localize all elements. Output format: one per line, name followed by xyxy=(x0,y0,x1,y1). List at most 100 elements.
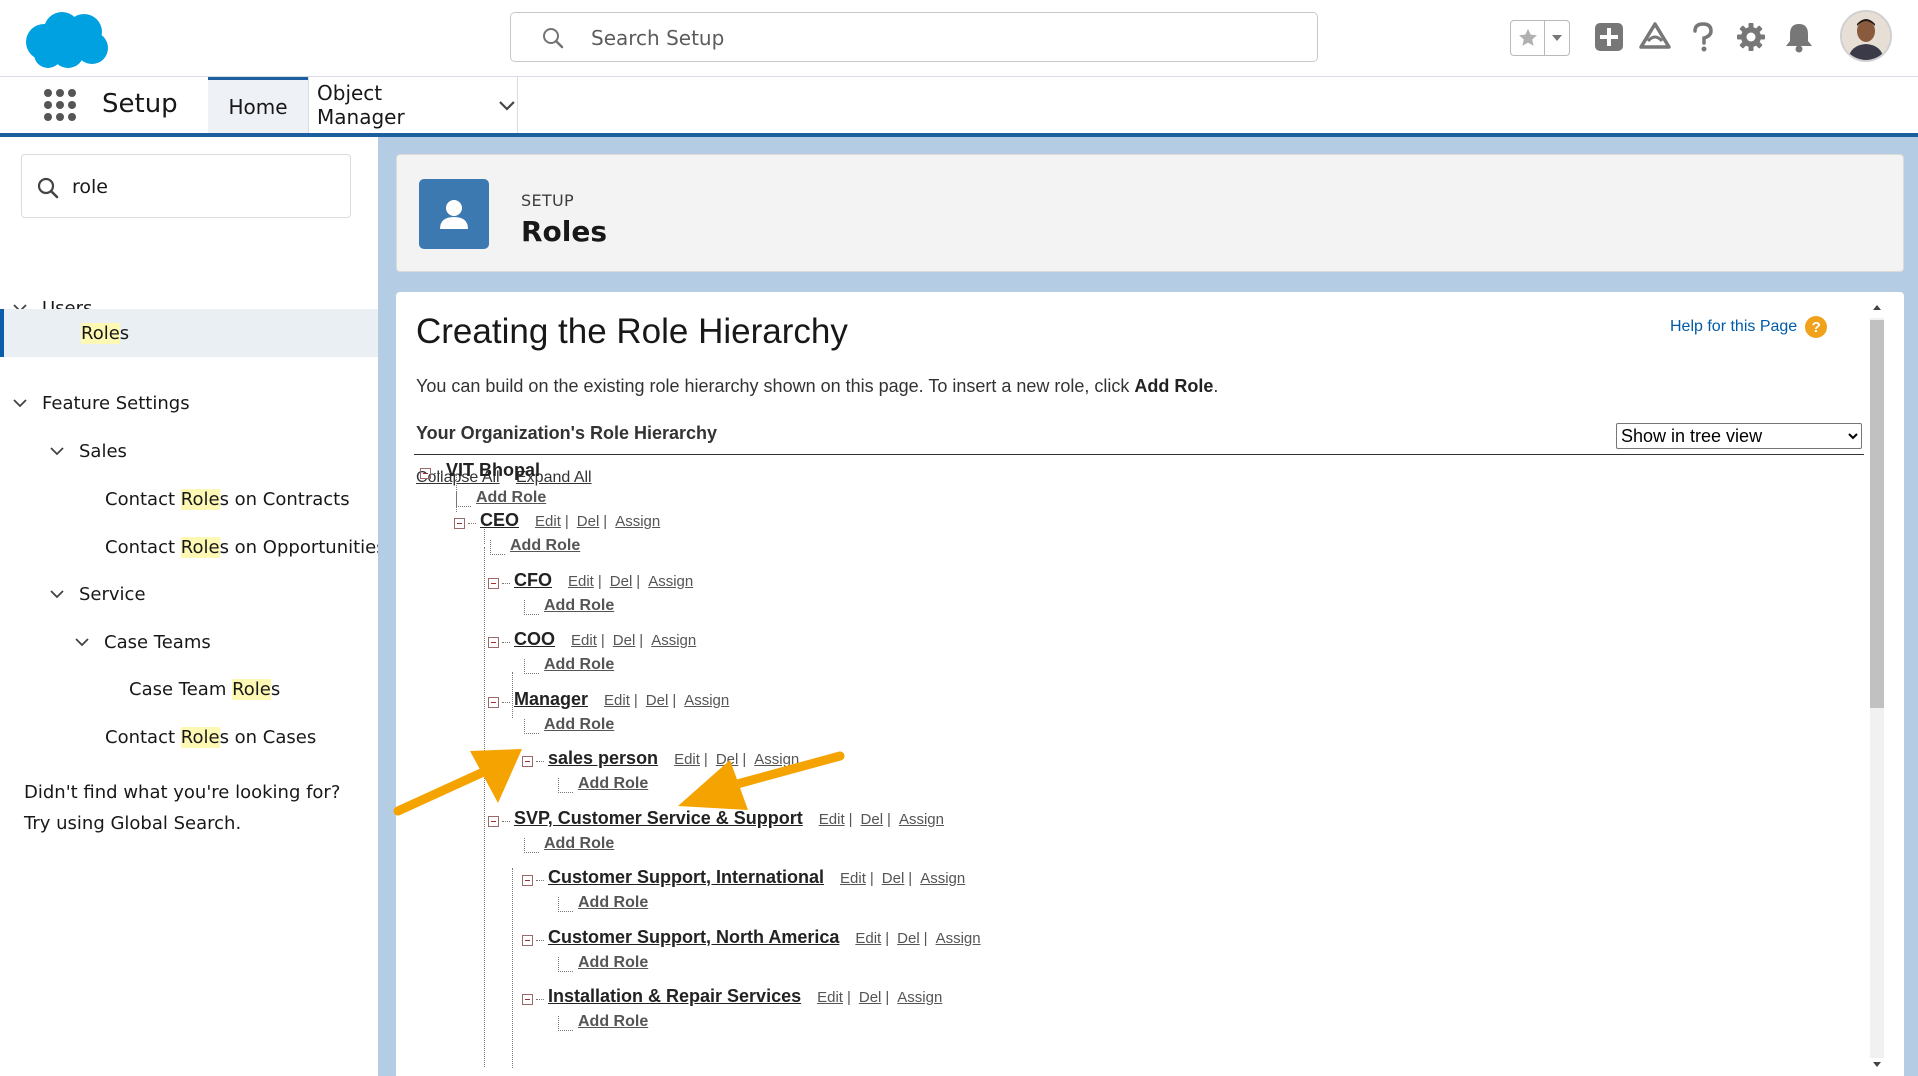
edit-role-link[interactable]: Edit xyxy=(817,989,843,1006)
chevron-down-icon xyxy=(50,590,64,599)
edit-role-link[interactable]: Edit xyxy=(855,930,881,947)
add-role-link[interactable]: Add Role xyxy=(578,894,648,912)
sidebar-item-sales[interactable]: Sales xyxy=(0,428,378,474)
collapse-toggle-icon[interactable] xyxy=(522,874,533,886)
favorites-dropdown-icon[interactable] xyxy=(1545,21,1569,55)
edit-role-link[interactable]: Edit xyxy=(674,751,700,768)
role-name-link[interactable]: CEO xyxy=(480,510,519,531)
link-separator: | xyxy=(636,573,641,590)
sidebar-item-contact-roles-cases[interactable]: Contact Roles on Cases xyxy=(0,714,378,760)
sidebar-item-contact-roles-contracts[interactable]: Contact Roles on Contracts xyxy=(0,476,378,522)
edit-role-link[interactable]: Edit xyxy=(819,811,845,828)
assign-users-link[interactable]: Assign xyxy=(897,989,942,1006)
role-node: Customer Support, International Edit | Del |… xyxy=(522,867,965,893)
collapse-toggle-icon[interactable] xyxy=(488,636,499,648)
collapse-toggle-icon[interactable] xyxy=(420,467,431,479)
assign-users-link[interactable]: Assign xyxy=(684,692,729,709)
scrollbar-thumb[interactable] xyxy=(1870,320,1884,708)
collapse-toggle-icon[interactable] xyxy=(488,577,499,589)
content-scrollbar[interactable] xyxy=(1866,300,1886,1070)
role-name-link[interactable]: Manager xyxy=(514,689,588,710)
add-role-link[interactable]: Add Role xyxy=(510,537,580,555)
help-icon[interactable] xyxy=(1684,18,1722,56)
role-name-link[interactable]: COO xyxy=(514,629,555,650)
delete-role-link[interactable]: Del xyxy=(882,870,905,887)
assign-users-link[interactable]: Assign xyxy=(936,930,981,947)
app-launcher-icon[interactable] xyxy=(42,87,78,123)
salesforce-logo[interactable] xyxy=(22,8,112,70)
search-input[interactable] xyxy=(589,21,1293,55)
collapse-toggle-icon[interactable] xyxy=(522,993,533,1005)
global-search-hint: Try using Global Search. xyxy=(24,813,242,834)
favorites-group[interactable] xyxy=(1510,20,1570,56)
scroll-down-arrow-icon[interactable] xyxy=(1870,1058,1884,1072)
role-name-link[interactable]: sales person xyxy=(548,748,658,769)
role-name-link[interactable]: Customer Support, North America xyxy=(548,927,839,948)
delete-role-link[interactable]: Del xyxy=(610,573,633,590)
sidebar-item-service[interactable]: Service xyxy=(0,571,378,617)
scroll-up-arrow-icon[interactable] xyxy=(1870,300,1884,314)
assign-users-link[interactable]: Assign xyxy=(754,751,799,768)
assign-users-link[interactable]: Assign xyxy=(648,573,693,590)
role-name-link[interactable]: Installation & Repair Services xyxy=(548,986,801,1007)
sidebar-item-feature-settings[interactable]: Feature Settings xyxy=(0,380,378,426)
delete-role-link[interactable]: Del xyxy=(859,989,882,1006)
sidebar-item-case-team-roles[interactable]: Case Team Roles xyxy=(0,666,378,712)
delete-role-link[interactable]: Del xyxy=(897,930,920,947)
trailhead-icon[interactable] xyxy=(1636,18,1674,56)
view-mode-select[interactable]: Show in tree view xyxy=(1616,423,1862,449)
search-icon xyxy=(543,28,564,49)
edit-role-link[interactable]: Edit xyxy=(840,870,866,887)
sidebar-item-case-teams[interactable]: Case Teams xyxy=(0,619,378,665)
add-role-link[interactable]: Add Role xyxy=(544,656,614,674)
chevron-down-icon[interactable] xyxy=(497,95,517,115)
delete-role-link[interactable]: Del xyxy=(613,632,636,649)
add-role-link[interactable]: Add Role xyxy=(578,775,648,793)
collapse-toggle-icon[interactable] xyxy=(522,934,533,946)
add-role-link[interactable]: Add Role xyxy=(578,954,648,972)
collapse-toggle-icon[interactable] xyxy=(522,755,533,767)
assign-users-link[interactable]: Assign xyxy=(615,513,660,530)
role-node: CFO Edit | Del | Assign xyxy=(488,570,693,596)
add-role-link[interactable]: Add Role xyxy=(544,835,614,853)
gear-icon[interactable] xyxy=(1732,18,1770,56)
delete-role-link[interactable]: Del xyxy=(646,692,669,709)
search-setup-field[interactable] xyxy=(510,12,1318,62)
delete-role-link[interactable]: Del xyxy=(577,513,600,530)
edit-role-link[interactable]: Edit xyxy=(604,692,630,709)
favorites-star-icon[interactable] xyxy=(1511,21,1546,55)
link-separator: | xyxy=(633,692,638,709)
sidebar-item-label: Contact Roles on Opportunities xyxy=(105,536,386,558)
add-role-link[interactable]: Add Role xyxy=(544,597,614,615)
role-name-link[interactable]: SVP, Customer Service & Support xyxy=(514,808,803,829)
tree-elbow xyxy=(456,492,471,507)
collapse-toggle-icon[interactable] xyxy=(488,815,499,827)
role-name-link[interactable]: CFO xyxy=(514,570,552,591)
collapse-toggle-icon[interactable] xyxy=(454,517,465,529)
tree-connector xyxy=(484,547,485,1067)
quick-find-input[interactable] xyxy=(70,169,334,205)
quick-find-box[interactable] xyxy=(21,154,351,218)
assign-users-link[interactable]: Assign xyxy=(899,811,944,828)
add-role-link[interactable]: Add Role xyxy=(544,716,614,734)
edit-role-link[interactable]: Edit xyxy=(535,513,561,530)
user-avatar[interactable] xyxy=(1840,10,1892,62)
role-name-link[interactable]: Customer Support, International xyxy=(548,867,824,888)
assign-users-link[interactable]: Assign xyxy=(651,632,696,649)
help-for-page-link[interactable]: Help for this Page ? xyxy=(1670,316,1828,338)
role-node: Manager Edit | Del | Assign xyxy=(488,689,729,715)
assign-users-link[interactable]: Assign xyxy=(920,870,965,887)
collapse-toggle-icon[interactable] xyxy=(488,696,499,708)
add-role-link[interactable]: Add Role xyxy=(578,1013,648,1031)
notifications-bell-icon[interactable] xyxy=(1780,18,1818,56)
tab-object-manager[interactable]: Object Manager xyxy=(308,77,518,133)
global-actions-plus-icon[interactable] xyxy=(1590,18,1628,56)
delete-role-link[interactable]: Del xyxy=(716,751,739,768)
sidebar-item-roles[interactable]: Roles xyxy=(0,309,378,357)
edit-role-link[interactable]: Edit xyxy=(568,573,594,590)
sidebar-item-contact-roles-opportunities[interactable]: Contact Roles on Opportunities xyxy=(0,524,386,570)
tab-home[interactable]: Home xyxy=(208,77,308,133)
add-role-link[interactable]: Add Role xyxy=(476,489,546,507)
edit-role-link[interactable]: Edit xyxy=(571,632,597,649)
delete-role-link[interactable]: Del xyxy=(861,811,884,828)
